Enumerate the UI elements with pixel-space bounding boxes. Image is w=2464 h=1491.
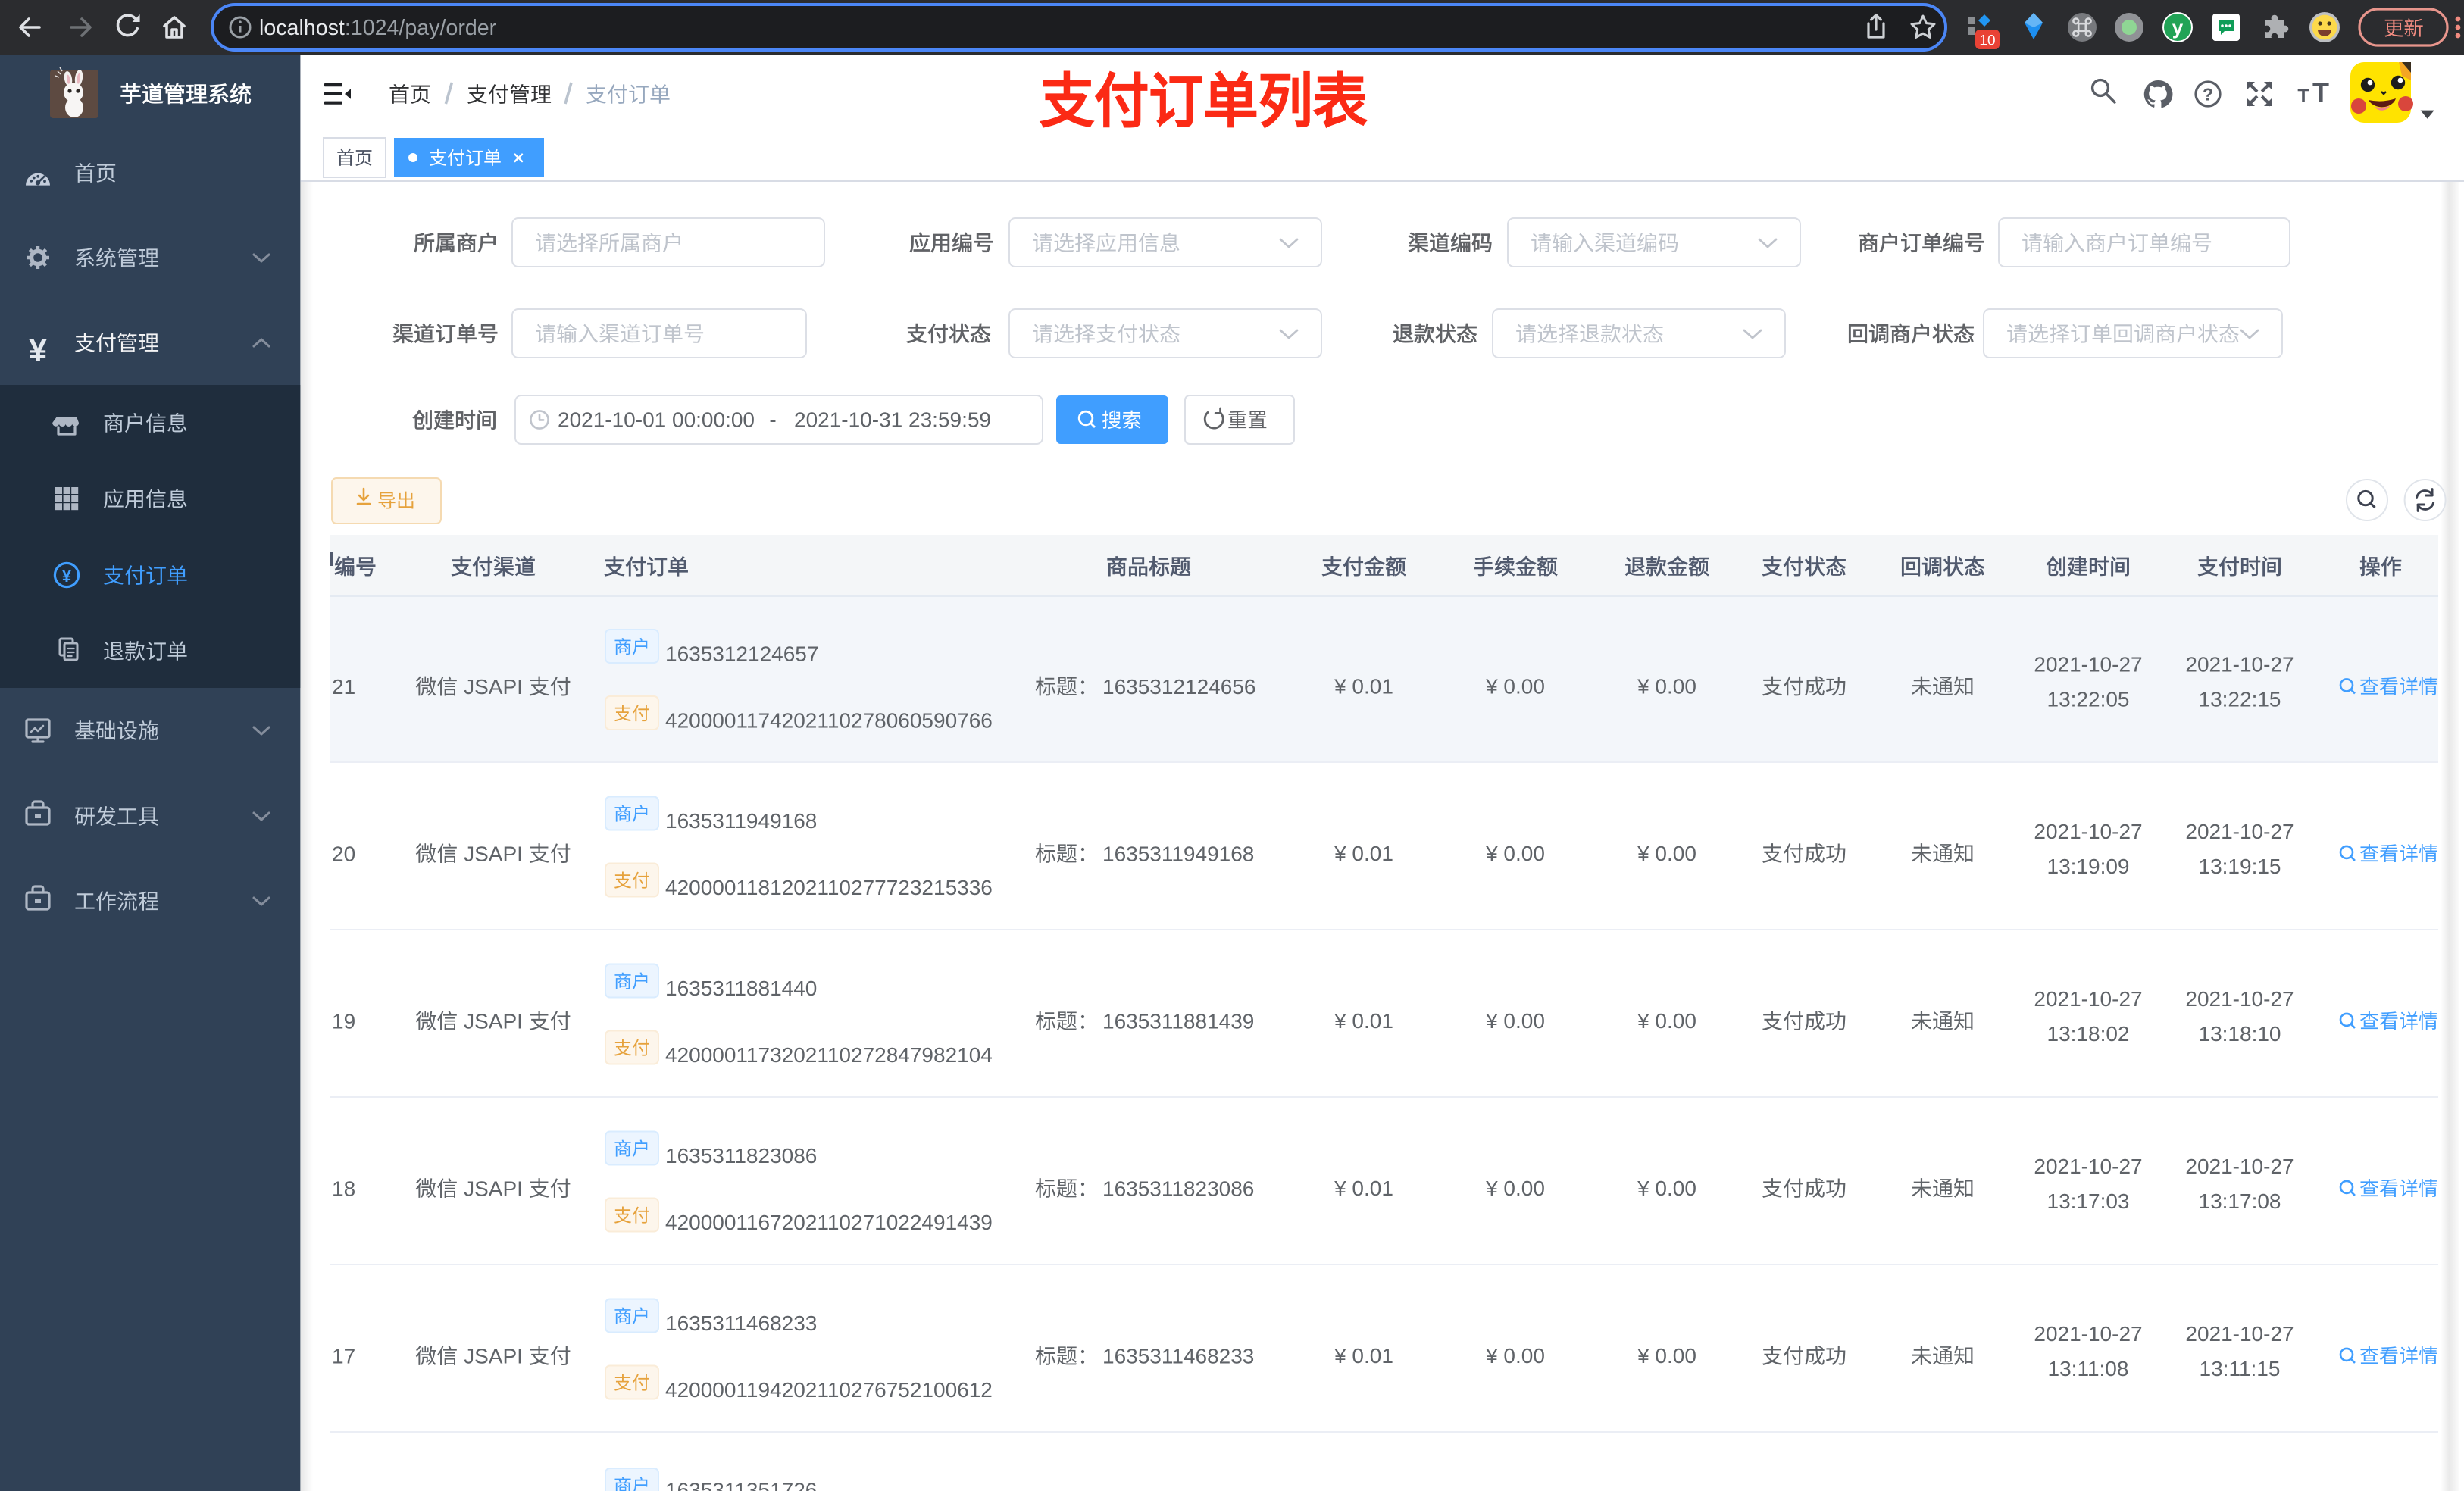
svg-text:2021-10-27: 2021-10-27	[2034, 987, 2142, 1011]
svg-text::1024/pay/order: :1024/pay/order	[345, 16, 497, 40]
svg-text:¥ 0.00: ¥ 0.00	[1637, 1177, 1696, 1200]
svg-text:localhost: localhost	[259, 16, 345, 40]
svg-text:1635311949168: 1635311949168	[665, 809, 817, 833]
svg-text:y: y	[2172, 16, 2184, 39]
svg-text:13:11:15: 13:11:15	[2200, 1357, 2281, 1380]
svg-text:-: -	[769, 408, 776, 432]
svg-text:4200001167202110271022491439: 4200001167202110271022491439	[665, 1211, 993, 1234]
svg-text:17: 17	[332, 1345, 355, 1368]
svg-text:¥: ¥	[29, 332, 48, 369]
svg-text:T: T	[2312, 77, 2329, 108]
svg-text:1635311351726: 1635311351726	[665, 1479, 817, 1491]
svg-text:¥ 0.01: ¥ 0.01	[1334, 1344, 1393, 1368]
svg-text:2021-10-27: 2021-10-27	[2034, 1155, 2142, 1178]
svg-text:2021-10-27: 2021-10-27	[2185, 987, 2294, 1011]
svg-text:¥ 0.00: ¥ 0.00	[1485, 1344, 1545, 1368]
svg-text:¥: ¥	[62, 567, 72, 586]
svg-text:2021-10-27: 2021-10-27	[2034, 653, 2142, 677]
svg-text:19: 19	[332, 1010, 355, 1033]
svg-text:¥ 0.01: ¥ 0.01	[1334, 842, 1393, 865]
svg-text:1635311881440: 1635311881440	[665, 977, 817, 1000]
svg-text:2021-10-31 23:59:59: 2021-10-31 23:59:59	[794, 408, 991, 432]
svg-text:4200001174202110278060590766: 4200001174202110278060590766	[665, 709, 993, 733]
svg-text:JSAPI: JSAPI	[464, 842, 523, 866]
svg-text:2021-10-27: 2021-10-27	[2034, 820, 2142, 843]
svg-text:¥ 0.01: ¥ 0.01	[1334, 1009, 1393, 1033]
svg-text:20: 20	[332, 842, 355, 866]
svg-text:JSAPI: JSAPI	[464, 1010, 523, 1033]
svg-text:1635311949168: 1635311949168	[1102, 842, 1254, 866]
svg-text:13:17:08: 13:17:08	[2199, 1189, 2281, 1213]
svg-text:2021-10-01 00:00:00: 2021-10-01 00:00:00	[558, 408, 755, 432]
svg-text:13:22:05: 13:22:05	[2047, 688, 2130, 711]
svg-text:¥ 0.00: ¥ 0.00	[1485, 674, 1545, 698]
svg-text:13:19:15: 13:19:15	[2199, 855, 2281, 878]
svg-text:2021-10-27: 2021-10-27	[2034, 1322, 2142, 1346]
svg-text:¥ 0.00: ¥ 0.00	[1637, 1009, 1696, 1033]
svg-text:4200001181202110277723215336: 4200001181202110277723215336	[665, 876, 993, 899]
svg-text:13:19:09: 13:19:09	[2047, 855, 2130, 878]
svg-text:¥ 0.01: ¥ 0.01	[1334, 1177, 1393, 1200]
svg-text:¥ 0.00: ¥ 0.00	[1485, 1009, 1545, 1033]
svg-text:2021-10-27: 2021-10-27	[2185, 820, 2294, 843]
svg-text:2021-10-27: 2021-10-27	[2185, 1155, 2294, 1178]
svg-text:4200001173202110272847982104: 4200001173202110272847982104	[665, 1043, 993, 1067]
svg-text:¥ 0.00: ¥ 0.00	[1637, 842, 1696, 865]
svg-text:13:18:02: 13:18:02	[2047, 1022, 2130, 1046]
svg-text:¥ 0.01: ¥ 0.01	[1334, 674, 1393, 698]
svg-text:1635312124657: 1635312124657	[665, 642, 818, 666]
svg-text:¥ 0.00: ¥ 0.00	[1637, 674, 1696, 698]
svg-text:13:11:08: 13:11:08	[2048, 1357, 2129, 1380]
svg-text:2021-10-27: 2021-10-27	[2185, 1322, 2294, 1346]
svg-text:JSAPI: JSAPI	[464, 675, 523, 699]
svg-text:?: ?	[2203, 85, 2213, 105]
svg-text:1635311823086: 1635311823086	[1102, 1177, 1254, 1201]
svg-text:¥ 0.00: ¥ 0.00	[1637, 1344, 1696, 1368]
svg-text:1635311468233: 1635311468233	[665, 1311, 817, 1335]
svg-text:10: 10	[1979, 33, 1995, 48]
svg-text:¥ 0.00: ¥ 0.00	[1485, 842, 1545, 865]
svg-text:18: 18	[332, 1177, 355, 1201]
svg-text:21: 21	[332, 675, 355, 699]
svg-text:1635312124656: 1635312124656	[1102, 675, 1255, 699]
svg-text:JSAPI: JSAPI	[464, 1345, 523, 1368]
svg-text:1635311468233: 1635311468233	[1102, 1345, 1254, 1368]
svg-text:JSAPI: JSAPI	[464, 1177, 523, 1201]
svg-text:1635311823086: 1635311823086	[665, 1144, 817, 1167]
svg-text:13:17:03: 13:17:03	[2047, 1189, 2130, 1213]
svg-text:1635311881439: 1635311881439	[1102, 1010, 1254, 1033]
svg-text:T: T	[2297, 86, 2309, 107]
svg-text:¥ 0.00: ¥ 0.00	[1485, 1177, 1545, 1200]
svg-text:4200001194202110276752100612: 4200001194202110276752100612	[665, 1378, 993, 1402]
svg-text:2021-10-27: 2021-10-27	[2185, 653, 2294, 677]
svg-text:13:18:10: 13:18:10	[2199, 1022, 2281, 1046]
svg-text:13:22:15: 13:22:15	[2199, 688, 2281, 711]
